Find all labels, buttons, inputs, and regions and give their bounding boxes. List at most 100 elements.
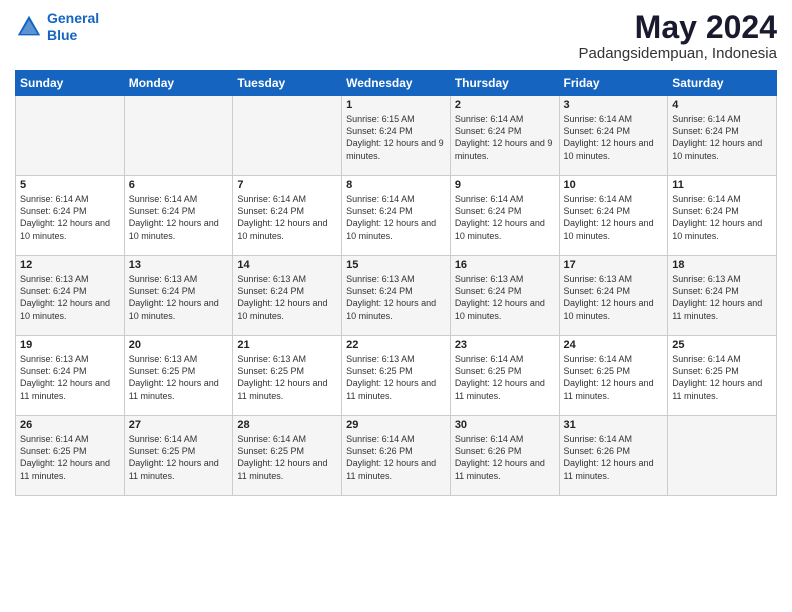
day-number: 19 bbox=[20, 339, 120, 351]
day-number: 13 bbox=[129, 259, 229, 271]
day-info: Sunrise: 6:14 AM Sunset: 6:26 PM Dayligh… bbox=[455, 433, 555, 482]
week-row-4: 19 Sunrise: 6:13 AM Sunset: 6:24 PM Dayli… bbox=[16, 336, 777, 416]
logo-line2: Blue bbox=[47, 27, 77, 43]
day-number: 6 bbox=[129, 179, 229, 191]
day-info: Sunrise: 6:14 AM Sunset: 6:24 PM Dayligh… bbox=[129, 193, 229, 242]
calendar-cell bbox=[16, 96, 125, 176]
calendar-cell: 17Sunrise: 6:13 AM Sunset: 6:24 PM Dayli… bbox=[559, 256, 668, 336]
calendar-cell: 16 Sunrise: 6:13 AM Sunset: 6:24 PM Dayli… bbox=[450, 256, 559, 336]
day-number: 27 bbox=[129, 419, 229, 431]
column-header-wednesday: Wednesday bbox=[342, 71, 451, 96]
day-info: Sunrise: 6:13 AM Sunset: 6:24 PM Dayligh… bbox=[237, 273, 337, 322]
day-number: 5 bbox=[20, 179, 120, 191]
day-number: 16 bbox=[455, 259, 555, 271]
day-number: 12 bbox=[20, 259, 120, 271]
day-info: Sunrise: 6:14 AM Sunset: 6:24 PM Dayligh… bbox=[564, 113, 664, 162]
column-header-sunday: Sunday bbox=[16, 71, 125, 96]
logo-icon bbox=[15, 13, 43, 41]
column-header-friday: Friday bbox=[559, 71, 668, 96]
day-number: 25 bbox=[672, 339, 772, 351]
calendar-cell: 12 Sunrise: 6:13 AM Sunset: 6:24 PM Dayli… bbox=[16, 256, 125, 336]
calendar-cell: 31 Sunrise: 6:14 AM Sunset: 6:26 PM Dayli… bbox=[559, 416, 668, 496]
week-row-2: 5 Sunrise: 6:14 AM Sunset: 6:24 PM Daylig… bbox=[16, 176, 777, 256]
main-title: May 2024 bbox=[579, 10, 778, 45]
calendar-cell: 27 Sunrise: 6:14 AM Sunset: 6:25 PM Dayli… bbox=[124, 416, 233, 496]
calendar-cell: 28 Sunrise: 6:14 AM Sunset: 6:25 PM Dayli… bbox=[233, 416, 342, 496]
day-info: Sunrise: 6:14 AM Sunset: 6:25 PM Dayligh… bbox=[455, 353, 555, 402]
day-info: Sunrise: 6:14 AM Sunset: 6:24 PM Dayligh… bbox=[346, 193, 446, 242]
day-number: 4 bbox=[672, 99, 772, 111]
header: General Blue May 2024 Padangsidempuan, I… bbox=[15, 10, 777, 62]
calendar-cell bbox=[124, 96, 233, 176]
calendar-cell: 15Sunrise: 6:13 AM Sunset: 6:24 PM Dayli… bbox=[342, 256, 451, 336]
day-number: 30 bbox=[455, 419, 555, 431]
calendar-cell: 1 Sunrise: 6:15 AM Sunset: 6:24 PM Daylig… bbox=[342, 96, 451, 176]
calendar-cell bbox=[668, 416, 777, 496]
calendar-cell: 6 Sunrise: 6:14 AM Sunset: 6:24 PM Daylig… bbox=[124, 176, 233, 256]
day-info: Sunrise: 6:15 AM Sunset: 6:24 PM Dayligh… bbox=[346, 113, 446, 162]
day-number: 14 bbox=[237, 259, 337, 271]
day-number: 7 bbox=[237, 179, 337, 191]
day-info: Sunrise: 6:14 AM Sunset: 6:24 PM Dayligh… bbox=[20, 193, 120, 242]
day-info: Sunrise: 6:14 AM Sunset: 6:24 PM Dayligh… bbox=[672, 113, 772, 162]
day-info: Sunrise: 6:14 AM Sunset: 6:25 PM Dayligh… bbox=[564, 353, 664, 402]
calendar-cell: 29Sunrise: 6:14 AM Sunset: 6:26 PM Dayli… bbox=[342, 416, 451, 496]
calendar-cell: 10Sunrise: 6:14 AM Sunset: 6:24 PM Dayli… bbox=[559, 176, 668, 256]
calendar-cell: 18Sunrise: 6:13 AM Sunset: 6:24 PM Dayli… bbox=[668, 256, 777, 336]
page: General Blue May 2024 Padangsidempuan, I… bbox=[0, 0, 792, 612]
calendar-cell: 3Sunrise: 6:14 AM Sunset: 6:24 PM Daylig… bbox=[559, 96, 668, 176]
day-info: Sunrise: 6:14 AM Sunset: 6:25 PM Dayligh… bbox=[672, 353, 772, 402]
day-number: 31 bbox=[564, 419, 664, 431]
calendar-cell: 14 Sunrise: 6:13 AM Sunset: 6:24 PM Dayli… bbox=[233, 256, 342, 336]
calendar-cell: 9Sunrise: 6:14 AM Sunset: 6:24 PM Daylig… bbox=[450, 176, 559, 256]
calendar-cell: 2 Sunrise: 6:14 AM Sunset: 6:24 PM Daylig… bbox=[450, 96, 559, 176]
day-info: Sunrise: 6:14 AM Sunset: 6:24 PM Dayligh… bbox=[455, 113, 555, 162]
logo: General Blue bbox=[15, 10, 99, 44]
day-number: 8 bbox=[346, 179, 446, 191]
calendar-cell bbox=[233, 96, 342, 176]
day-info: Sunrise: 6:13 AM Sunset: 6:24 PM Dayligh… bbox=[455, 273, 555, 322]
day-number: 11 bbox=[672, 179, 772, 191]
day-info: Sunrise: 6:13 AM Sunset: 6:25 PM Dayligh… bbox=[237, 353, 337, 402]
day-info: Sunrise: 6:13 AM Sunset: 6:24 PM Dayligh… bbox=[129, 273, 229, 322]
week-row-1: 1 Sunrise: 6:15 AM Sunset: 6:24 PM Daylig… bbox=[16, 96, 777, 176]
calendar-cell: 24 Sunrise: 6:14 AM Sunset: 6:25 PM Dayli… bbox=[559, 336, 668, 416]
subtitle: Padangsidempuan, Indonesia bbox=[579, 45, 778, 62]
week-row-3: 12 Sunrise: 6:13 AM Sunset: 6:24 PM Dayli… bbox=[16, 256, 777, 336]
day-info: Sunrise: 6:13 AM Sunset: 6:25 PM Dayligh… bbox=[129, 353, 229, 402]
calendar-cell: 25 Sunrise: 6:14 AM Sunset: 6:25 PM Dayli… bbox=[668, 336, 777, 416]
column-header-saturday: Saturday bbox=[668, 71, 777, 96]
day-info: Sunrise: 6:14 AM Sunset: 6:25 PM Dayligh… bbox=[20, 433, 120, 482]
day-number: 28 bbox=[237, 419, 337, 431]
column-header-monday: Monday bbox=[124, 71, 233, 96]
day-number: 2 bbox=[455, 99, 555, 111]
logo-text: General Blue bbox=[47, 10, 99, 44]
calendar-cell: 23 Sunrise: 6:14 AM Sunset: 6:25 PM Dayli… bbox=[450, 336, 559, 416]
calendar-table: SundayMondayTuesdayWednesdayThursdayFrid… bbox=[15, 70, 777, 496]
column-header-thursday: Thursday bbox=[450, 71, 559, 96]
calendar-cell: 20 Sunrise: 6:13 AM Sunset: 6:25 PM Dayli… bbox=[124, 336, 233, 416]
logo-line1: General bbox=[47, 10, 99, 26]
day-info: Sunrise: 6:14 AM Sunset: 6:25 PM Dayligh… bbox=[129, 433, 229, 482]
day-info: Sunrise: 6:13 AM Sunset: 6:24 PM Dayligh… bbox=[564, 273, 664, 322]
day-info: Sunrise: 6:14 AM Sunset: 6:24 PM Dayligh… bbox=[672, 193, 772, 242]
day-info: Sunrise: 6:14 AM Sunset: 6:26 PM Dayligh… bbox=[564, 433, 664, 482]
day-info: Sunrise: 6:14 AM Sunset: 6:24 PM Dayligh… bbox=[455, 193, 555, 242]
day-number: 1 bbox=[346, 99, 446, 111]
day-info: Sunrise: 6:13 AM Sunset: 6:24 PM Dayligh… bbox=[20, 353, 120, 402]
day-info: Sunrise: 6:13 AM Sunset: 6:24 PM Dayligh… bbox=[20, 273, 120, 322]
calendar-cell: 30 Sunrise: 6:14 AM Sunset: 6:26 PM Dayli… bbox=[450, 416, 559, 496]
day-info: Sunrise: 6:14 AM Sunset: 6:25 PM Dayligh… bbox=[237, 433, 337, 482]
day-number: 24 bbox=[564, 339, 664, 351]
day-number: 21 bbox=[237, 339, 337, 351]
calendar-cell: 26 Sunrise: 6:14 AM Sunset: 6:25 PM Dayli… bbox=[16, 416, 125, 496]
day-number: 20 bbox=[129, 339, 229, 351]
day-number: 10 bbox=[564, 179, 664, 191]
calendar-cell: 21 Sunrise: 6:13 AM Sunset: 6:25 PM Dayli… bbox=[233, 336, 342, 416]
day-number: 23 bbox=[455, 339, 555, 351]
title-block: May 2024 Padangsidempuan, Indonesia bbox=[579, 10, 778, 62]
day-number: 18 bbox=[672, 259, 772, 271]
day-info: Sunrise: 6:14 AM Sunset: 6:24 PM Dayligh… bbox=[237, 193, 337, 242]
calendar-cell: 22Sunrise: 6:13 AM Sunset: 6:25 PM Dayli… bbox=[342, 336, 451, 416]
day-number: 26 bbox=[20, 419, 120, 431]
